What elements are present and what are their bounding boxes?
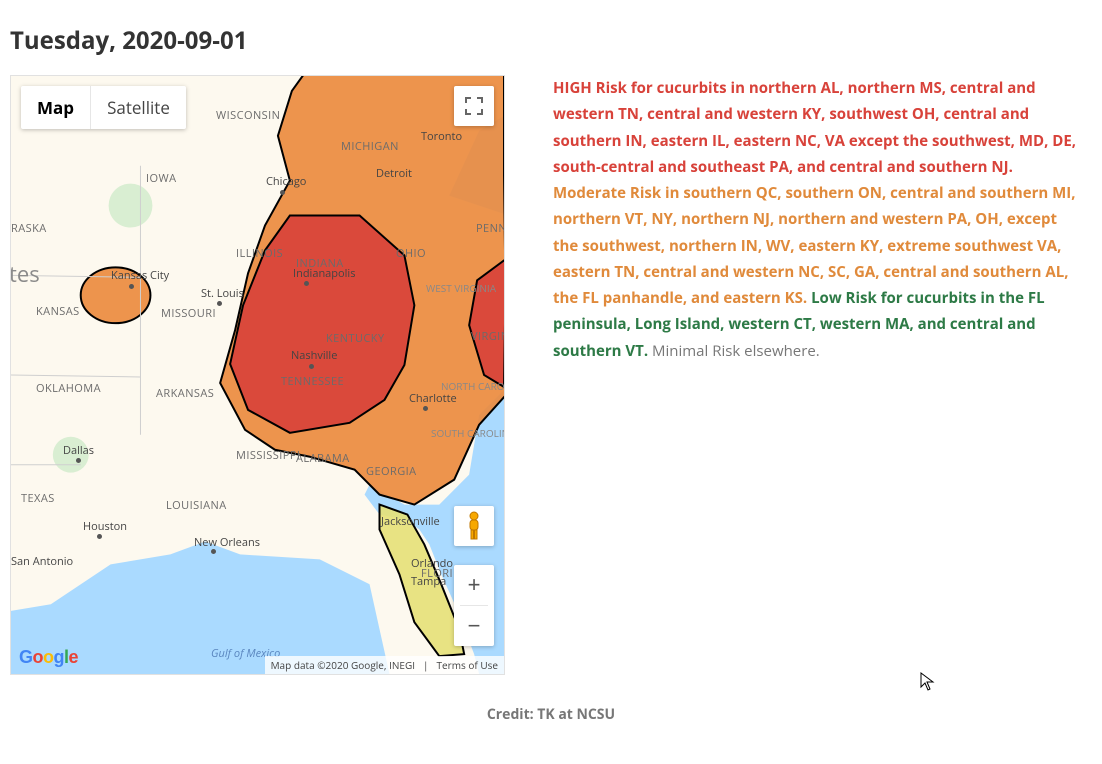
city-label: Detroit [376,166,412,181]
state-label: MISSISSIPPI [236,448,300,463]
risk-summary: HIGH Risk for cucurbits in northern AL, … [553,75,1083,364]
state-label: RASKA [11,221,47,236]
google-logo: Google [19,647,78,668]
high-risk-text: HIGH Risk for cucurbits in northern AL, … [553,78,1076,177]
city-label: New Orleans [194,535,260,550]
map-data-text: Map data ©2020 Google, INEGI [271,658,415,672]
credit-line: Credit: TK at NCSU [10,705,1092,724]
pegman-control[interactable] [454,506,494,546]
state-label: LOUISIANA [166,498,227,513]
map-type-map-button[interactable]: Map [21,86,90,129]
state-label: SOUTH CAROLINA [431,426,505,440]
city-label: Nashville [291,348,337,363]
map-type-satellite-button[interactable]: Satellite [91,86,186,129]
state-label: TEXAS [21,491,55,506]
page-title: Tuesday, 2020-09-01 [10,24,1092,57]
city-label: Dallas [63,443,94,458]
city-label: Toronto [421,129,462,144]
state-label: WEST VIRGINIA [426,281,496,295]
city-label: Charlotte [409,391,457,406]
state-label: ILLINOIS [236,246,283,261]
state-label: OHIO [396,246,426,261]
city-label: Houston [83,519,127,534]
zoom-in-button[interactable]: + [454,565,494,605]
risk-map[interactable]: tes WISCONSIN MICHIGAN IOWA ILLINOIS IND… [10,75,505,675]
city-label: San Antonio [11,554,73,569]
state-label: OKLAHOMA [36,381,101,396]
city-label: St. Louis [201,286,244,301]
state-label: WISCONSIN [216,108,280,123]
map-attribution: Map data ©2020 Google, INEGI | Terms of … [265,656,504,674]
state-label: GEORGIA [366,464,417,479]
state-label: IOWA [146,171,177,186]
city-label: Chicago [266,174,306,189]
state-label: KENTUCKY [326,331,385,346]
zoom-out-button[interactable]: − [454,606,494,646]
city-label: Jacksonville [381,514,440,529]
state-label: ALABAMA [296,451,350,466]
city-label: Orlando [411,556,453,571]
state-label: VIRGINI [471,329,505,344]
state-label: ARKANSAS [156,386,214,401]
pegman-icon [462,511,486,541]
terms-link[interactable]: Terms of Use [437,658,498,672]
state-label: KANSAS [36,304,80,319]
fullscreen-button[interactable] [454,86,494,126]
state-label: MISSOURI [161,306,216,321]
country-label: tes [10,259,40,289]
city-label: Tampa [411,574,446,589]
fullscreen-icon [465,97,483,115]
map-canvas[interactable]: tes WISCONSIN MICHIGAN IOWA ILLINOIS IND… [11,76,504,674]
state-label: MICHIGAN [341,139,399,154]
zoom-control: + − [454,565,494,646]
minimal-risk-text: Minimal Risk elsewhere. [652,341,820,361]
city-label: Kansas City [111,268,169,283]
city-label: Indianapolis [293,266,355,281]
mouse-cursor-icon [920,672,936,698]
state-label: PENNS [476,221,505,236]
map-type-control: Map Satellite [21,86,186,129]
state-label: TENNESSEE [281,374,344,389]
